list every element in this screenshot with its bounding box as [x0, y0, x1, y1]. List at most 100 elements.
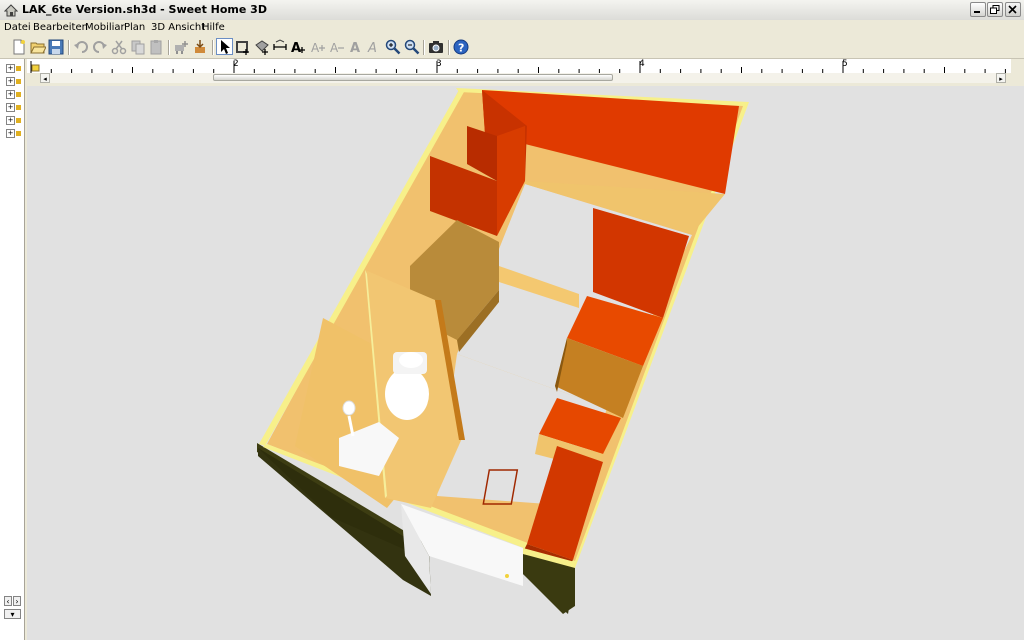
- ruler-label: 5: [842, 59, 848, 69]
- zoom-in-button[interactable]: [385, 39, 401, 55]
- svg-text:A: A: [311, 41, 320, 55]
- scissors-icon: [111, 40, 127, 55]
- ruler-ticks: [30, 61, 1006, 73]
- svg-text:A: A: [350, 41, 360, 55]
- tree-category-node[interactable]: +: [6, 129, 22, 138]
- new-home-button[interactable]: [11, 39, 27, 55]
- menu-hilfe[interactable]: Hilfe: [202, 22, 225, 33]
- scroll-right-button[interactable]: ▸: [996, 73, 1006, 83]
- expand-icon: +: [6, 116, 15, 125]
- bold-text-button[interactable]: A: [348, 39, 364, 55]
- redo-button[interactable]: [92, 39, 108, 55]
- save-icon: [48, 39, 64, 55]
- new-file-icon: [13, 39, 25, 55]
- add-furniture-button[interactable]: [173, 39, 189, 55]
- redo-icon: [93, 41, 107, 53]
- close-button[interactable]: [1005, 2, 1021, 17]
- 3d-view[interactable]: [27, 86, 1024, 640]
- title-bar: LAK_6te Version.sh3d - Sweet Home 3D: [0, 0, 1024, 21]
- expand-icon: +: [6, 90, 15, 99]
- svg-text:A: A: [367, 41, 377, 55]
- help-icon: ?: [453, 39, 469, 55]
- expand-icon: +: [6, 77, 15, 86]
- plan-horizontal-scrollbar[interactable]: ◂ ▸: [40, 73, 1006, 83]
- ruler-label: 2: [233, 59, 239, 69]
- tree-category-node[interactable]: +: [6, 64, 22, 73]
- minimize-icon: [974, 11, 980, 13]
- folder-icon: [16, 105, 21, 110]
- import-furniture-button[interactable]: [192, 39, 208, 55]
- text-size-up-icon: A: [311, 41, 325, 55]
- menu-bearbeiten[interactable]: Bearbeiten: [33, 22, 88, 33]
- toilet: [385, 368, 429, 420]
- camera-icon: [429, 41, 443, 53]
- save-button[interactable]: [48, 39, 64, 55]
- tree-category-node[interactable]: +: [6, 77, 22, 86]
- ruler-label: 3: [436, 59, 442, 69]
- folder-icon: [16, 79, 21, 84]
- svg-text:?: ?: [458, 42, 464, 55]
- increase-text-size-button[interactable]: A: [310, 39, 326, 55]
- menu-bar: Datei Bearbeiten Mobiliar Plan 3D Ansich…: [0, 20, 1024, 36]
- scrollbar-thumb[interactable]: [213, 74, 613, 81]
- folder-icon: [16, 131, 21, 136]
- create-photo-button[interactable]: [428, 39, 444, 55]
- toolbar: A A A A A ?: [0, 36, 1024, 59]
- arrow-pointer-icon: [221, 40, 230, 54]
- add-text-button[interactable]: A: [290, 39, 306, 55]
- scroll-left-button[interactable]: ◂: [40, 73, 50, 83]
- menu-plan[interactable]: Plan: [124, 22, 145, 33]
- expand-icon: +: [6, 129, 15, 138]
- copy-icon: [131, 40, 145, 55]
- select-mode-button[interactable]: [216, 38, 233, 55]
- bold-icon: A: [350, 41, 360, 55]
- restore-icon: [990, 5, 1000, 14]
- zoom-in-icon: [385, 39, 401, 55]
- create-dimensions-button[interactable]: [272, 39, 288, 55]
- toolbar-separator: [168, 40, 170, 55]
- tree-category-node[interactable]: +: [6, 116, 22, 125]
- copy-button[interactable]: [130, 39, 146, 55]
- zoom-out-button[interactable]: [404, 39, 420, 55]
- open-button[interactable]: [30, 39, 46, 55]
- scroll-down-arrow[interactable]: ▾: [4, 609, 21, 619]
- paste-button[interactable]: [148, 39, 164, 55]
- toolbar-separator: [423, 40, 425, 55]
- open-folder-icon: [30, 42, 46, 54]
- sweet-home-app-icon: [4, 4, 18, 17]
- ruler-label: 4: [639, 59, 645, 69]
- svg-text:A: A: [291, 41, 301, 55]
- tree-category-node[interactable]: +: [6, 103, 22, 112]
- close-icon: [1008, 5, 1017, 14]
- italic-text-button[interactable]: A: [366, 39, 382, 55]
- help-button[interactable]: ?: [453, 39, 469, 55]
- toolbar-separator: [68, 40, 70, 55]
- cut-button[interactable]: [111, 39, 127, 55]
- tree-category-node[interactable]: +: [6, 90, 22, 99]
- restore-button[interactable]: [987, 2, 1003, 17]
- faucet: [342, 400, 356, 416]
- create-rooms-icon: [255, 40, 269, 55]
- ruler-corner-icon: [31, 64, 40, 72]
- zoom-out-icon: [404, 39, 420, 55]
- add-furniture-icon: [175, 41, 188, 54]
- import-furniture-icon: [195, 40, 205, 53]
- undo-icon: [74, 41, 88, 53]
- scroll-left-arrow[interactable]: ‹: [4, 596, 12, 606]
- decrease-text-size-button[interactable]: A: [329, 39, 345, 55]
- undo-button[interactable]: [73, 39, 89, 55]
- scroll-right-arrow[interactable]: ›: [13, 596, 21, 606]
- minimize-button[interactable]: [970, 2, 986, 17]
- svg-text:A: A: [330, 41, 339, 55]
- toilet-lid: [399, 352, 423, 368]
- paste-icon: [150, 40, 162, 55]
- menu-datei[interactable]: Datei: [4, 22, 31, 33]
- create-rooms-button[interactable]: [254, 39, 270, 55]
- menu-mobiliar[interactable]: Mobiliar: [85, 22, 125, 33]
- toolbar-separator: [212, 40, 214, 55]
- menu-3d-ansicht[interactable]: 3D Ansicht: [151, 22, 205, 33]
- create-walls-button[interactable]: [235, 39, 251, 55]
- 3d-house-render: [257, 88, 749, 614]
- create-walls-icon: [236, 41, 249, 55]
- expand-icon: +: [6, 64, 15, 73]
